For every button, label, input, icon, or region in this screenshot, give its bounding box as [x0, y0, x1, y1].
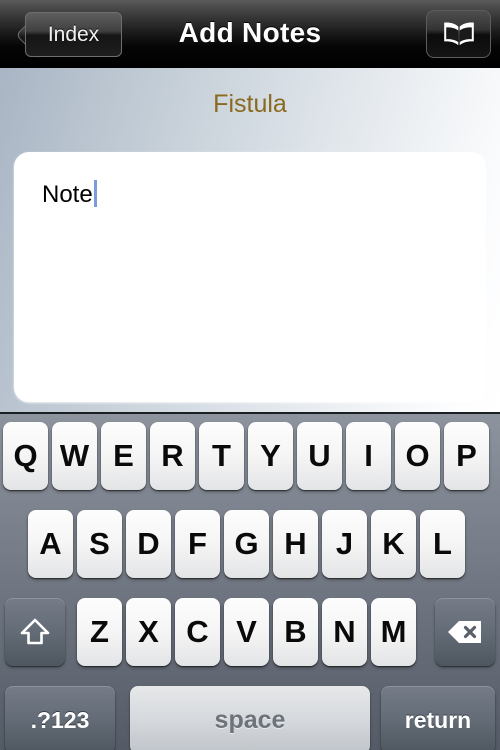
key-n[interactable]: N — [322, 598, 367, 666]
key-r[interactable]: R — [150, 422, 195, 490]
note-text-content: Note — [42, 180, 97, 209]
back-button-index[interactable]: Index — [9, 12, 122, 58]
virtual-keyboard: Q W E R T Y U I O P A S D F G H J K L Z … — [0, 412, 500, 750]
key-y[interactable]: Y — [248, 422, 293, 490]
key-p[interactable]: P — [444, 422, 489, 490]
key-e[interactable]: E — [101, 422, 146, 490]
open-book-icon — [442, 21, 476, 47]
note-typed-value: Note — [42, 181, 93, 208]
entry-title: Fistula — [213, 90, 287, 118]
key-c[interactable]: C — [175, 598, 220, 666]
keyboard-row-2: A S D F G H J K L — [0, 510, 500, 586]
key-x[interactable]: X — [126, 598, 171, 666]
key-o[interactable]: O — [395, 422, 440, 490]
numeric-switch-key[interactable]: .?123 — [5, 686, 115, 750]
key-u[interactable]: U — [297, 422, 342, 490]
backspace-key[interactable] — [435, 598, 495, 666]
key-d[interactable]: D — [126, 510, 171, 578]
book-button[interactable] — [426, 10, 491, 58]
key-v[interactable]: V — [224, 598, 269, 666]
key-q[interactable]: Q — [3, 422, 48, 490]
space-key[interactable]: space — [130, 686, 370, 750]
key-s[interactable]: S — [77, 510, 122, 578]
key-w[interactable]: W — [52, 422, 97, 490]
return-key[interactable]: return — [381, 686, 495, 750]
shift-key[interactable] — [5, 598, 65, 666]
keyboard-row-1: Q W E R T Y U I O P — [0, 422, 500, 498]
key-b[interactable]: B — [273, 598, 318, 666]
key-j[interactable]: J — [322, 510, 367, 578]
app-screen: Index Add Notes Fistula Note Q W E R T Y… — [0, 0, 500, 750]
back-button-label: Index — [47, 23, 100, 46]
backspace-delete-icon — [447, 619, 483, 645]
key-k[interactable]: K — [371, 510, 416, 578]
keyboard-row-3: Z X C V B N M — [0, 598, 500, 674]
keyboard-row-4: .?123 space return — [0, 686, 500, 750]
key-l[interactable]: L — [420, 510, 465, 578]
key-i[interactable]: I — [346, 422, 391, 490]
key-m[interactable]: M — [371, 598, 416, 666]
key-a[interactable]: A — [28, 510, 73, 578]
shift-arrow-icon — [19, 617, 51, 647]
key-h[interactable]: H — [273, 510, 318, 578]
key-t[interactable]: T — [199, 422, 244, 490]
key-z[interactable]: Z — [77, 598, 122, 666]
key-f[interactable]: F — [175, 510, 220, 578]
key-g[interactable]: G — [224, 510, 269, 578]
text-cursor — [93, 180, 97, 207]
navigation-bar: Index Add Notes — [0, 0, 500, 68]
content-area: Fistula Note — [0, 68, 500, 412]
note-textarea[interactable]: Note — [14, 152, 486, 402]
